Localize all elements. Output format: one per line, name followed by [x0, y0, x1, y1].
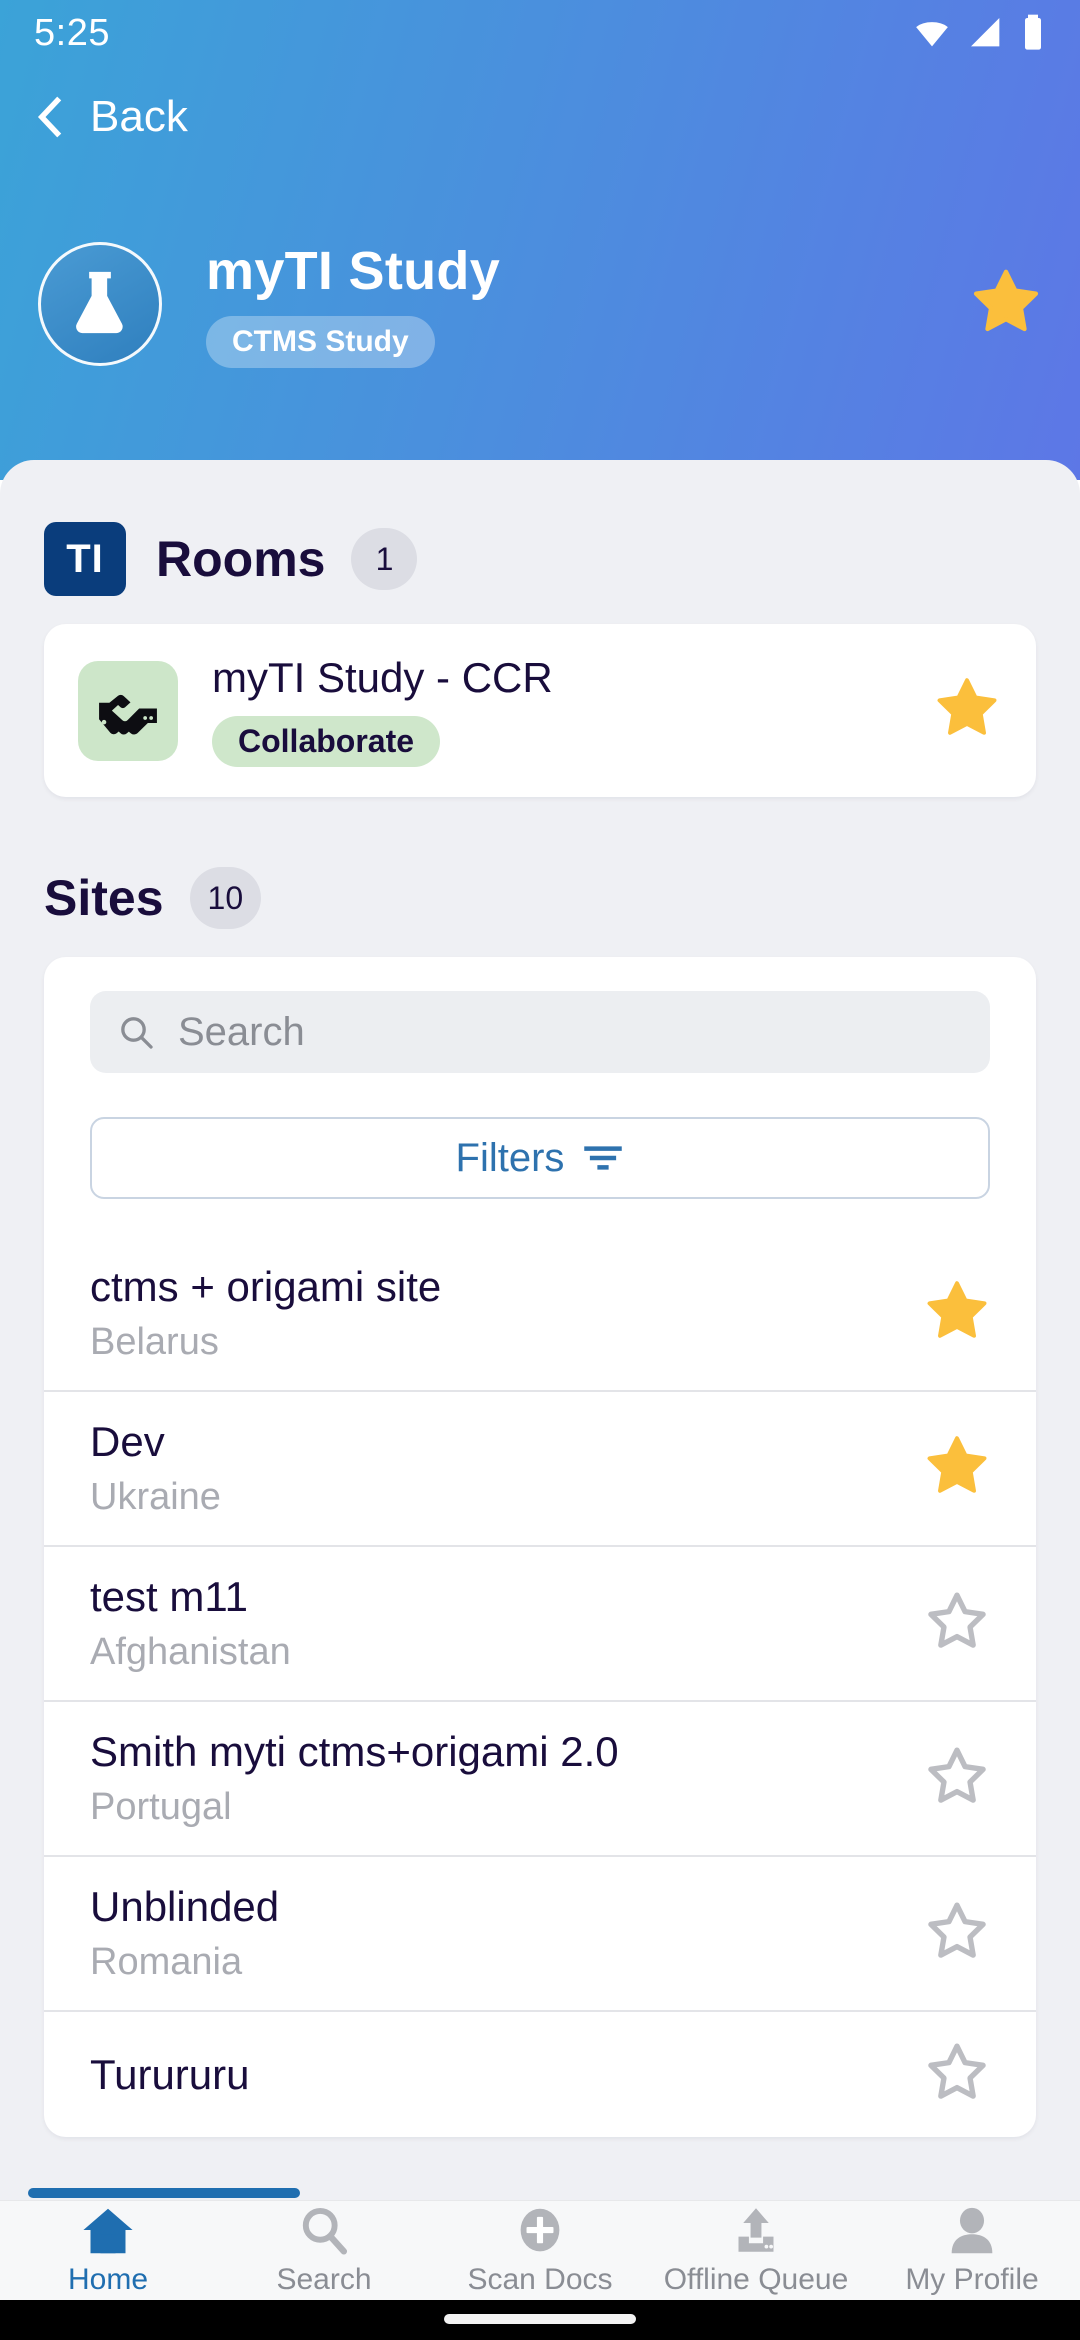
gesture-bar-area	[0, 2300, 1080, 2340]
search-icon	[121, 1017, 153, 1049]
site-favorite-button[interactable]	[922, 1277, 992, 1350]
search-input[interactable]: Search	[90, 991, 990, 1073]
plus-circle-icon	[520, 2208, 560, 2252]
site-name: ctms + origami site	[90, 1263, 442, 1310]
back-label: Back	[90, 92, 188, 141]
status-bar: 5:25	[0, 0, 1080, 66]
avatar	[38, 242, 162, 366]
sites-count-badge: 10	[189, 867, 262, 929]
sites-panel: Search Filters ctms + origami site Belar…	[44, 957, 1036, 2137]
room-type-badge: Collaborate	[212, 716, 441, 767]
nav-label: Home	[67, 2263, 149, 2296]
site-favorite-button[interactable]	[922, 1742, 992, 1815]
star-outline-icon	[928, 2043, 986, 2099]
site-list-item[interactable]: test m11 Afghanistan	[44, 1545, 1036, 1700]
study-summary: myTI Study CTMS Study	[38, 240, 1044, 368]
site-list-item[interactable]: Unblinded Romania	[44, 1855, 1036, 2010]
site-favorite-button[interactable]	[922, 2038, 992, 2111]
site-list-item[interactable]: Turururu	[44, 2010, 1036, 2137]
content-sheet: TI Rooms 1 myTI Study - CCR Collaborate	[0, 460, 1080, 2220]
filters-button[interactable]: Filters	[90, 1117, 990, 1199]
site-favorite-button[interactable]	[922, 1587, 992, 1660]
upload-icon	[738, 2208, 774, 2252]
sites-list: ctms + origami site Belarus Dev Ukraine	[44, 1237, 1036, 2137]
sites-title: Sites	[44, 870, 164, 926]
battery-icon	[1025, 14, 1041, 50]
nav-item-my-profile[interactable]: My Profile	[864, 2201, 1080, 2297]
star-filled-icon	[937, 678, 997, 735]
flask-icon	[76, 271, 123, 334]
site-country: Belarus	[90, 1321, 219, 1363]
status-bar-icons	[912, 13, 1046, 53]
nav-item-home[interactable]: Home	[0, 2201, 216, 2297]
scroll-indicator[interactable]	[28, 2188, 300, 2198]
home-icon	[83, 2208, 133, 2254]
site-list-item[interactable]: Dev Ukraine	[44, 1390, 1036, 1545]
star-outline-icon	[928, 1902, 986, 1958]
study-header: 5:25 Back myTI Study CTMS Study	[0, 0, 1080, 480]
site-favorite-button[interactable]	[922, 1432, 992, 1505]
site-name: Smith myti ctms+origami 2.0	[90, 1728, 619, 1775]
handshake-icon	[99, 694, 157, 735]
search-placeholder: Search	[178, 1009, 305, 1054]
study-favorite-button[interactable]	[968, 265, 1044, 344]
filter-lines-icon	[584, 1146, 623, 1170]
filters-label: Filters	[455, 1135, 565, 1180]
rooms-count-badge: 1	[351, 528, 418, 590]
site-name: test m11	[90, 1573, 248, 1620]
rooms-section-header: TI Rooms 1	[0, 522, 1080, 596]
site-name: Turururu	[90, 2050, 250, 2098]
rooms-title: Rooms	[156, 531, 326, 587]
nav-item-offline-queue[interactable]: Offline Queue	[648, 2201, 864, 2297]
star-outline-icon	[928, 1592, 986, 1648]
sites-section-header: Sites 10	[0, 867, 1080, 929]
app-screen: 5:25 Back myTI Study CTMS Study TI Rooms…	[0, 0, 1080, 2340]
site-name: Dev	[90, 1418, 165, 1465]
cellular-signal-icon	[971, 18, 1000, 47]
search-icon	[302, 2207, 348, 2255]
wifi-icon	[916, 22, 948, 47]
site-country: Romania	[90, 1941, 243, 1983]
status-bar-clock: 5:25	[34, 11, 110, 54]
ti-badge: TI	[44, 522, 126, 596]
star-filled-icon	[927, 1281, 987, 1338]
back-button[interactable]: Back	[28, 92, 188, 142]
nav-label: Scan Docs	[467, 2263, 613, 2296]
bottom-navigation: Home Search Scan Docs Offline Queue My P…	[0, 2200, 1080, 2300]
nav-label: Search	[276, 2263, 372, 2296]
star-outline-icon	[928, 1747, 986, 1803]
site-country: Portugal	[90, 1786, 232, 1828]
chevron-left-icon	[37, 96, 62, 138]
page-title: myTI Study	[206, 241, 501, 301]
person-icon	[951, 2207, 993, 2254]
room-favorite-button[interactable]	[932, 674, 1002, 747]
site-list-item[interactable]: ctms + origami site Belarus	[44, 1237, 1036, 1390]
room-icon-wrap	[78, 660, 178, 761]
room-name: myTI Study - CCR	[212, 654, 553, 701]
star-filled-icon	[927, 1436, 987, 1493]
nav-item-search[interactable]: Search	[216, 2201, 432, 2297]
star-filled-icon	[973, 269, 1039, 331]
site-country: Afghanistan	[90, 1631, 291, 1673]
nav-item-scan-docs[interactable]: Scan Docs	[432, 2201, 648, 2297]
nav-label: Offline Queue	[663, 2263, 849, 2296]
site-favorite-button[interactable]	[922, 1897, 992, 1970]
site-country: Ukraine	[90, 1476, 221, 1518]
study-type-badge: CTMS Study	[206, 316, 435, 368]
gesture-bar[interactable]	[444, 2314, 636, 2324]
nav-label: My Profile	[905, 2263, 1039, 2296]
room-list-item[interactable]: myTI Study - CCR Collaborate	[44, 624, 1036, 797]
site-name: Unblinded	[90, 1883, 280, 1930]
site-list-item[interactable]: Smith myti ctms+origami 2.0 Portugal	[44, 1700, 1036, 1855]
